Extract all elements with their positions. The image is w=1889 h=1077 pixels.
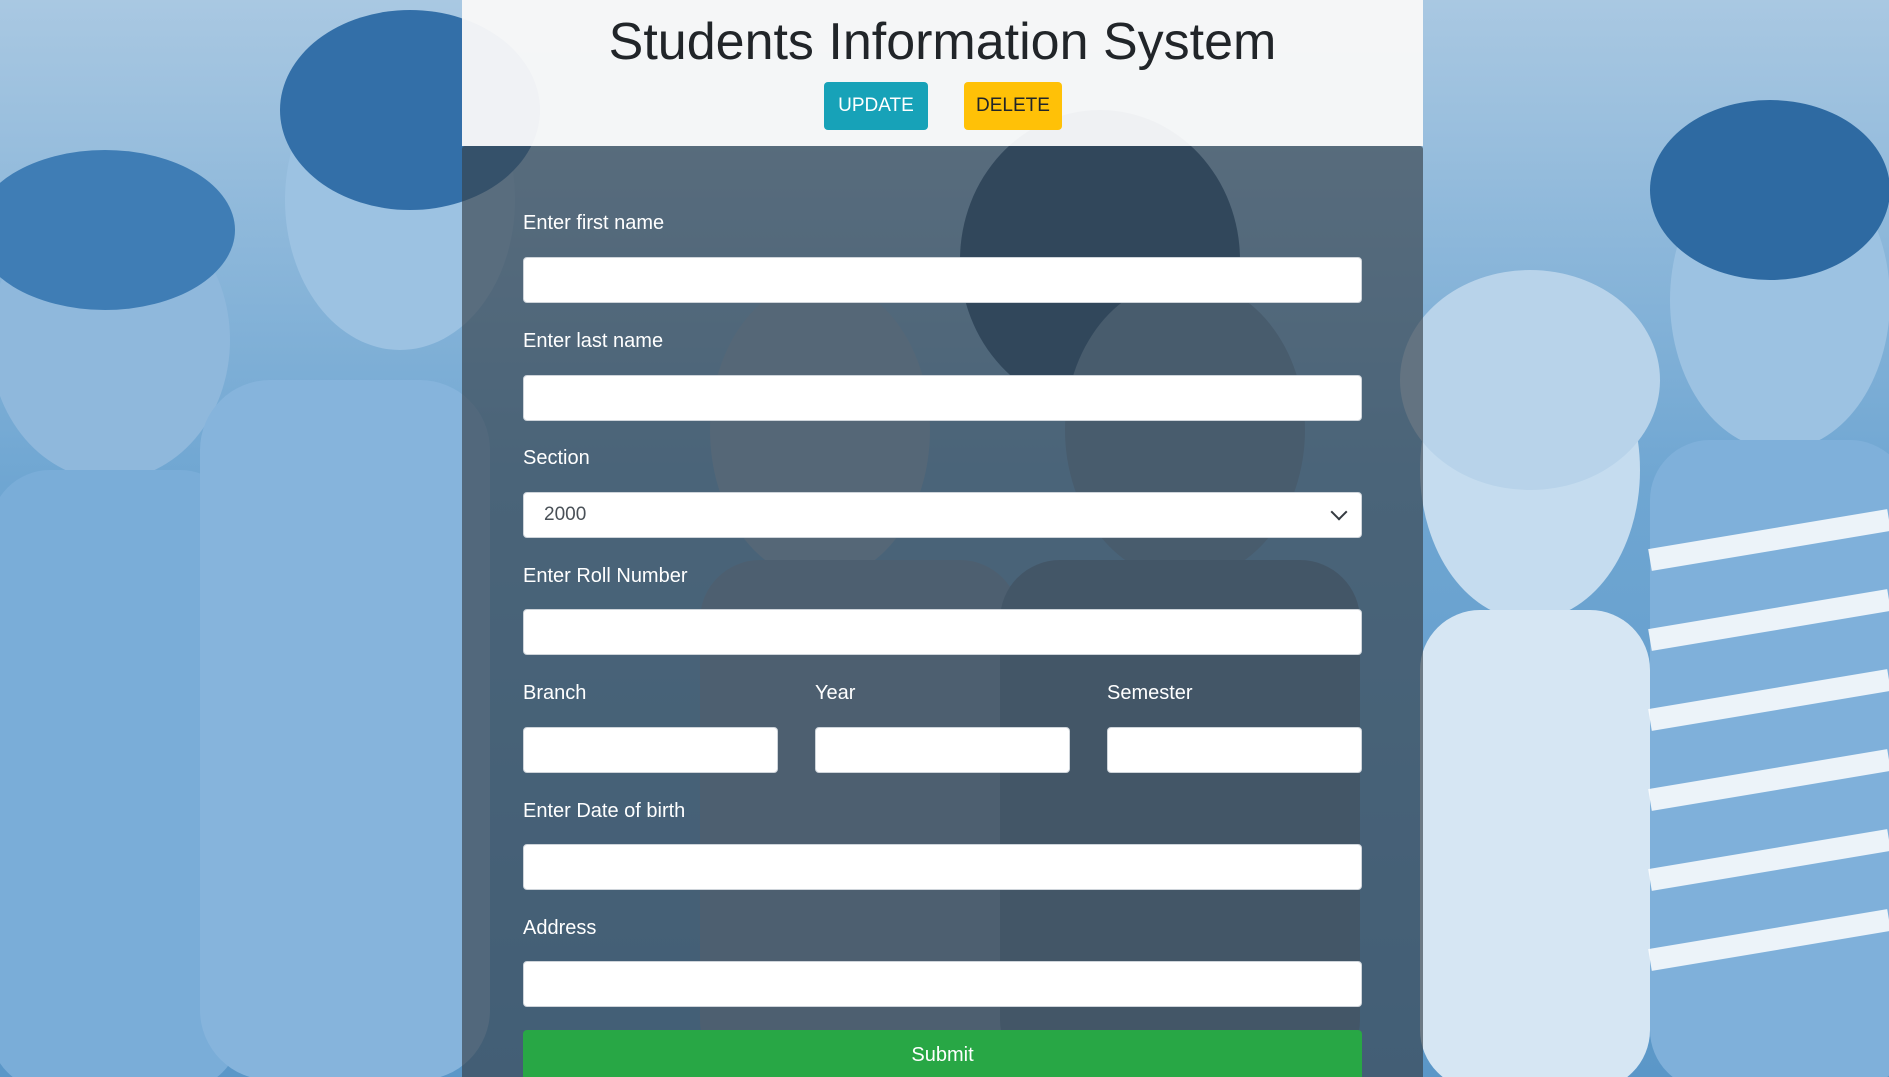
roll-number-label: Enter Roll Number <box>523 565 688 587</box>
last-name-label: Enter last name <box>523 330 664 352</box>
header: Students Information System UPDATE DELET… <box>462 0 1423 146</box>
roll-number-input[interactable] <box>523 609 1362 655</box>
semester-input[interactable] <box>1107 727 1362 773</box>
section-select[interactable]: 2000 <box>523 492 1362 538</box>
student-form: Enter first name Enter last name Section… <box>462 146 1423 1077</box>
delete-button[interactable]: DELETE <box>964 82 1062 130</box>
page: Students Information System UPDATE DELET… <box>0 0 1889 1077</box>
branch-label: Branch <box>523 682 587 704</box>
semester-label: Semester <box>1107 682 1193 704</box>
year-input[interactable] <box>815 727 1070 773</box>
branch-input[interactable] <box>523 727 778 773</box>
dob-label: Enter Date of birth <box>523 800 686 822</box>
address-label: Address <box>523 917 597 939</box>
submit-button[interactable]: Submit <box>523 1030 1362 1077</box>
section-selected-value: 2000 <box>544 504 587 525</box>
update-button[interactable]: UPDATE <box>824 82 928 130</box>
year-label: Year <box>815 682 856 704</box>
address-input[interactable] <box>523 961 1362 1007</box>
first-name-label: Enter first name <box>523 212 665 234</box>
page-title: Students Information System <box>608 13 1277 71</box>
first-name-input[interactable] <box>523 257 1362 303</box>
main-column: Students Information System UPDATE DELET… <box>462 0 1423 1077</box>
dob-input[interactable] <box>523 844 1362 890</box>
chevron-down-icon <box>1330 503 1348 521</box>
last-name-input[interactable] <box>523 375 1362 421</box>
section-label: Section <box>523 447 590 469</box>
